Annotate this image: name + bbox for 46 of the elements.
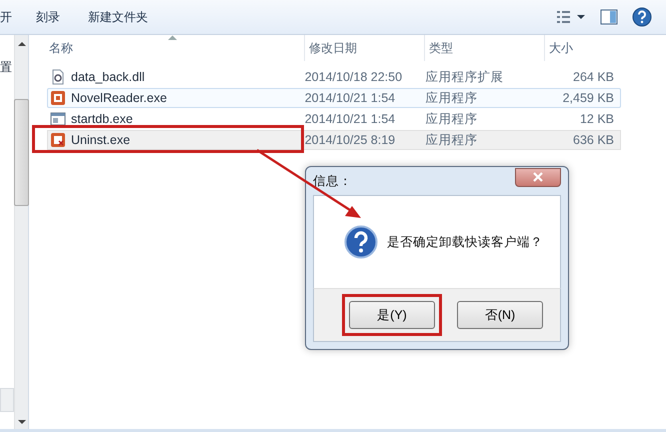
type-cell-text: 应用程序扩展 (424, 68, 504, 86)
date-cell-text: 2014/10/18 22:50 (304, 70, 404, 84)
view-options-icon[interactable] (556, 9, 586, 25)
help-icon[interactable] (632, 7, 652, 27)
size-cell-text: 12 KB (578, 112, 616, 126)
dialog-button[interactable]: 否(N) (457, 301, 543, 329)
question-icon (344, 225, 378, 259)
dialog-title: 信息： (313, 172, 352, 190)
file-row[interactable]: data_back.dll 2014/10/18 22:50 应用程序扩展 264 KB (47, 67, 621, 87)
scroll-up-icon[interactable] (18, 41, 26, 47)
date-cell-text: 2014/10/25 8:19 (304, 133, 396, 147)
dialog-message: 是否确定卸载快读客户端？ (387, 234, 543, 250)
scroll-down-icon[interactable] (18, 419, 26, 425)
scrollbar[interactable] (14, 35, 29, 429)
close-button[interactable] (515, 168, 561, 186)
file-name: data_back.dll (71, 70, 145, 84)
file-name: Uninst.exe (71, 133, 130, 147)
type-cell-text: 应用程序 (424, 90, 478, 106)
scroll-thumb[interactable] (14, 99, 29, 206)
column-header[interactable]: 大小 (545, 35, 615, 61)
toolbar-button[interactable]: 新建文件夹 (78, 4, 158, 30)
preview-pane-icon[interactable] (600, 9, 618, 25)
size-cell-text: 264 KB (572, 70, 616, 84)
type-cell-text: 应用程序 (424, 110, 478, 128)
dialog-button[interactable]: 是(Y) (349, 301, 435, 329)
file-name: NovelReader.exe (71, 91, 167, 105)
size-cell-text: 636 KB (572, 133, 616, 147)
file-name: startdb.exe (71, 112, 133, 126)
close-icon (532, 172, 544, 182)
file-row[interactable]: NovelReader.exe 2014/10/21 1:54 应用程序 2,459 KB (47, 88, 621, 108)
type-cell-text: 应用程序 (424, 132, 478, 148)
size-cell-text: 2,459 KB (562, 91, 616, 105)
sidebar-item[interactable]: 置 (0, 59, 14, 76)
date-cell-text: 2014/10/21 1:54 (304, 112, 396, 126)
file-row[interactable]: startdb.exe 2014/10/21 1:54 应用程序 12 KB (47, 109, 621, 129)
window-icon (50, 111, 66, 127)
sort-arrow-icon (168, 35, 177, 40)
column-header[interactable]: 类型 (425, 35, 545, 61)
toolbar-button[interactable]: 刻录 (26, 4, 70, 30)
toolbar-button[interactable]: 开 (0, 4, 18, 30)
settings-file-icon (50, 69, 66, 85)
date-cell-text: 2014/10/21 1:54 (304, 91, 396, 105)
app-icon (50, 132, 66, 148)
column-header[interactable]: 修改日期 (305, 35, 425, 61)
app-icon (50, 90, 66, 106)
sidebar-panel (0, 388, 14, 412)
